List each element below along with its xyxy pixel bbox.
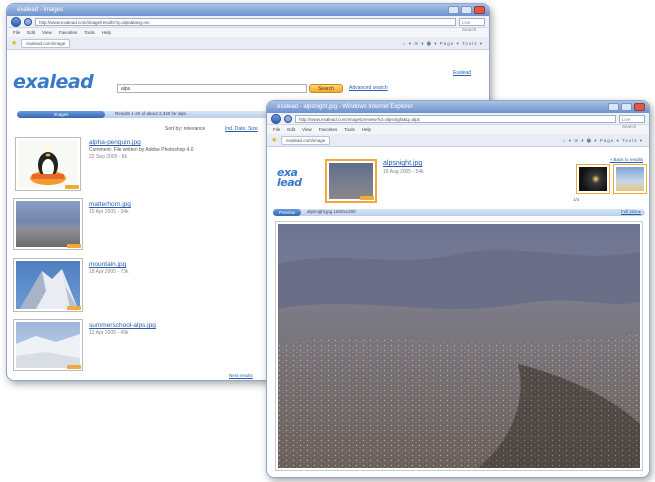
- preview-tab[interactable]: Preview: [273, 209, 301, 216]
- back-address-row: http://www.exalead.com/image/results?q=a…: [7, 16, 489, 32]
- related-thumbnail-day[interactable]: [613, 164, 647, 194]
- selected-badge: [360, 196, 374, 200]
- menu-tools[interactable]: Tools: [84, 28, 95, 37]
- browser-tab[interactable]: exalead.com/image: [281, 135, 331, 145]
- menu-view[interactable]: View: [302, 125, 312, 134]
- result-title-2[interactable]: matterhorn.jpg: [89, 201, 131, 208]
- alps-night-panorama[interactable]: [278, 224, 640, 468]
- snowy-hills-image: [16, 322, 80, 368]
- selected-image-thumbnail[interactable]: [325, 159, 377, 203]
- result-thumbnail-matterhorn[interactable]: [13, 198, 83, 250]
- images-tab[interactable]: Images: [17, 111, 105, 118]
- advanced-search-link[interactable]: Advanced search: [349, 85, 388, 91]
- search-button[interactable]: Search: [309, 84, 343, 93]
- result-badge: [65, 185, 79, 189]
- front-title-bar[interactable]: exalead - alpsnight.jpg - Windows Intern…: [267, 101, 649, 113]
- result-badge: [67, 244, 81, 248]
- menu-file[interactable]: File: [13, 28, 20, 37]
- preview-image-frame: [275, 221, 643, 471]
- close-button[interactable]: [474, 6, 485, 14]
- back-to-results-link[interactable]: « Back to results: [610, 157, 643, 162]
- back-title-bar[interactable]: exalead - Images: [7, 4, 489, 16]
- result-thumbnail-penguin[interactable]: [15, 137, 81, 191]
- front-window-title: exalead - alpsnight.jpg - Windows Intern…: [277, 104, 413, 110]
- search-input[interactable]: alps: [117, 84, 307, 93]
- mountain-image: [16, 261, 80, 309]
- front-address-row: http://www.exalead.com/image/preview?id=…: [267, 113, 649, 129]
- result-desc-1: Comment: File written by Adobe Photoshop…: [89, 147, 194, 153]
- front-menu-bar: File Edit View Favorites Tools Help: [267, 125, 649, 134]
- results-info: Results 1-20 of about 2,340 for alps: [115, 111, 187, 116]
- back-arrow-icon[interactable]: [11, 16, 21, 27]
- maximize-button[interactable]: [621, 103, 632, 111]
- result-meta-3: 18 Apr 2005 - 73k: [89, 269, 129, 275]
- menu-help[interactable]: Help: [362, 125, 371, 134]
- front-tab-row: ★ exalead.com/image ⌂ ▾ ✉ ▾ 🖶 ▾ Page ▾ T…: [267, 134, 649, 147]
- minimize-button[interactable]: [448, 6, 459, 14]
- image-meta: 18 Aug 2005 - 54k: [383, 169, 424, 175]
- live-search-box[interactable]: Live Search: [459, 17, 485, 32]
- exalead-home-link[interactable]: Exalead: [453, 70, 471, 76]
- result-meta-1: 22 Sep 2005 - 8k: [89, 154, 128, 160]
- minimize-button[interactable]: [608, 103, 619, 111]
- back-tab-row: ★ exalead.com/image ⌂ ▾ ✉ ▾ 🖶 ▾ Page ▾ T…: [7, 37, 489, 50]
- related-thumbnail-night[interactable]: [576, 164, 610, 194]
- result-thumbnail-mountain[interactable]: [13, 258, 83, 312]
- result-badge: [67, 365, 81, 369]
- menu-edit[interactable]: Edit: [27, 28, 35, 37]
- result-badge: [67, 306, 81, 310]
- result-title-1[interactable]: alpha-penguin.jpg: [89, 139, 141, 146]
- menu-favorites[interactable]: Favorites: [59, 28, 78, 37]
- address-bar[interactable]: http://www.exalead.com/image/results?q=a…: [35, 17, 456, 26]
- mountain-peak-icon: [20, 269, 78, 309]
- thumbnail-strip-label: 1/4: [573, 197, 580, 202]
- exalead-logo[interactable]: exalead: [13, 71, 94, 93]
- browser-tab[interactable]: exalead.com/image: [21, 38, 71, 48]
- result-title-3[interactable]: mountain.jpg: [89, 261, 126, 268]
- preview-info: alpsnight.jpg 1600x1200: [307, 209, 356, 214]
- close-button[interactable]: [634, 103, 645, 111]
- image-title[interactable]: alpsnight.jpg: [383, 160, 422, 167]
- menu-tools[interactable]: Tools: [344, 125, 355, 134]
- result-meta-2: 15 Apr 2005 - 34k: [89, 209, 129, 215]
- favorites-star-icon[interactable]: ★: [11, 39, 17, 47]
- live-search-box[interactable]: Live Search: [619, 114, 645, 129]
- result-title-4[interactable]: summerschool-alps.jpg: [89, 322, 156, 329]
- result-meta-4: 12 Apr 2005 - 49k: [89, 330, 129, 336]
- maximize-button[interactable]: [461, 6, 472, 14]
- logo-line-2: lead: [277, 176, 302, 189]
- front-page-content: exa lead alpsnight.jpg 18 Aug 2005 - 54k…: [267, 148, 649, 477]
- favorites-star-icon[interactable]: ★: [271, 136, 277, 144]
- menu-file[interactable]: File: [273, 125, 280, 134]
- exalead-logo-small[interactable]: exa lead: [277, 167, 302, 189]
- night-city-image: [579, 167, 607, 191]
- address-bar[interactable]: http://www.exalead.com/image/preview?id=…: [295, 114, 616, 123]
- front-browser-window: exalead - alpsnight.jpg - Windows Intern…: [266, 100, 650, 478]
- result-thumbnail-summerschool[interactable]: [13, 319, 83, 371]
- forward-arrow-icon[interactable]: [284, 114, 292, 123]
- back-arrow-icon[interactable]: [271, 113, 281, 124]
- menu-view[interactable]: View: [42, 28, 52, 37]
- menu-edit[interactable]: Edit: [287, 125, 295, 134]
- next-results-link[interactable]: Next results: [229, 373, 253, 378]
- back-menu-bar: File Edit View Favorites Tools Help: [7, 28, 489, 37]
- snow-slope-icon: [16, 334, 80, 368]
- day-landscape-image: [616, 167, 644, 191]
- menu-favorites[interactable]: Favorites: [319, 125, 338, 134]
- penguin-icon: [30, 152, 66, 185]
- menu-help[interactable]: Help: [102, 28, 111, 37]
- penguin-image: [18, 140, 78, 188]
- matterhorn-image: [16, 201, 80, 247]
- forward-arrow-icon[interactable]: [24, 17, 32, 26]
- back-window-title: exalead - Images: [17, 7, 64, 13]
- full-size-link[interactable]: Full size ▸: [621, 209, 641, 215]
- selected-thumbnail-image: [329, 163, 373, 199]
- command-bar-icons[interactable]: ⌂ ▾ ✉ ▾ 🖶 ▾ Page ▾ Tools ▾: [563, 137, 643, 145]
- sort-label: Sort by: relevance: [165, 126, 206, 132]
- command-bar-icons[interactable]: ⌂ ▾ ✉ ▾ 🖶 ▾ Page ▾ Tools ▾: [403, 40, 483, 48]
- sort-options-link[interactable]: Ind. Date, Size: [225, 126, 258, 132]
